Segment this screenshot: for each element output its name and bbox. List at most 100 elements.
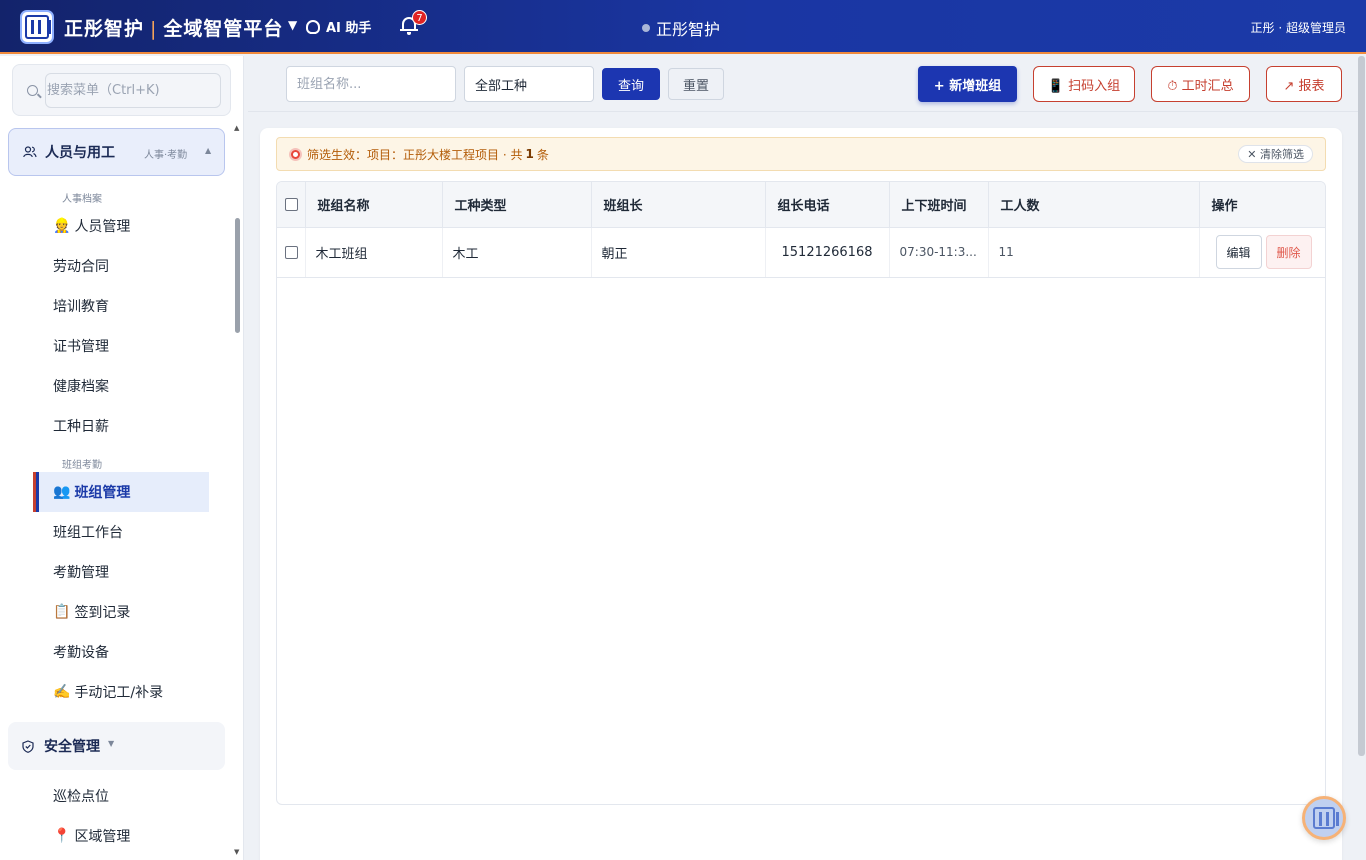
sidebar-item-training[interactable]: 培训教育 [36, 286, 209, 326]
clear-filter-button[interactable]: ✕ 清除筛选 [1238, 145, 1313, 163]
sidebar-item-signin-records[interactable]: 📋 签到记录 [36, 592, 209, 632]
sidebar-item-manual-record[interactable]: ✍️ 手动记工/补录 [36, 672, 209, 712]
table-row[interactable]: 木工班组 木工 朝正 15121266168 07:30-11:3... 11 … [277, 227, 1325, 278]
sidebar-item-label: 班组工作台 [53, 525, 123, 541]
scroll-up-arrow-icon[interactable]: ▲ [234, 124, 239, 132]
sidebar-item-label: 手动记工/补录 [74, 685, 164, 701]
group-safety[interactable]: 安全管理 ▼ [8, 722, 225, 770]
writing-hand-icon: ✍️ [53, 684, 71, 700]
sidebar-scrollbar[interactable] [235, 218, 240, 333]
scan-join-button[interactable]: 📱 扫码入组 [1033, 66, 1135, 102]
column-header[interactable]: 工人数 [988, 182, 1200, 228]
filter-suffix: 条 [536, 147, 549, 162]
edit-button[interactable]: 编辑 [1215, 235, 1262, 269]
sidebar-item-attendance[interactable]: 考勤管理 [36, 552, 209, 592]
delete-button[interactable]: 删除 [1265, 235, 1312, 269]
center-title: 正彤智护 [642, 16, 720, 40]
app-logo[interactable] [20, 10, 54, 44]
reset-button[interactable]: 重置 [668, 68, 724, 100]
chevron-down-icon[interactable]: ▼ [288, 18, 297, 32]
column-header[interactable]: 班组名称 [305, 182, 443, 228]
trade-type-select[interactable]: 全部工种 [464, 66, 594, 102]
search-icon [27, 85, 38, 96]
sidebar-item-health[interactable]: 健康档案 [36, 366, 209, 406]
brand-name: 正彤智护 [64, 18, 145, 40]
menu-search [12, 64, 231, 116]
lightbulb-icon [306, 19, 320, 34]
column-header[interactable]: 上下班时间 [889, 182, 989, 228]
filter-count: 1 [525, 147, 534, 161]
section-label-attendance: 班组考勤 [62, 460, 102, 471]
filter-text: 筛选生效：项目：正彤大楼工程项目 · 共 [307, 147, 523, 162]
sidebar-item-contracts[interactable]: 劳动合同 [36, 246, 209, 286]
sidebar-item-label: 巡检点位 [53, 789, 109, 805]
hours-summary-button[interactable]: ⏱ 工时汇总 [1151, 66, 1250, 102]
sidebar-item-area-management[interactable]: 📍 区域管理 [36, 816, 209, 856]
sidebar-item-daily-wage[interactable]: 工种日薪 [36, 406, 209, 446]
pin-icon: 📍 [53, 828, 71, 844]
toolbar: 全部工种 查询 重置 + 新增班组 📱 扫码入组 ⏱ 工时汇总 ↗ 报表 [248, 56, 1358, 112]
group-people-title: 人员与用工 [45, 145, 115, 161]
menu-search-input[interactable] [45, 73, 221, 108]
add-team-button[interactable]: + 新增班组 [918, 66, 1017, 102]
select-all-cell [277, 182, 306, 228]
sidebar-item-certificates[interactable]: 证书管理 [36, 326, 209, 366]
cell-actions: 编辑 删除 [1199, 227, 1325, 278]
sidebar-item-label: 考勤设备 [53, 645, 109, 661]
scroll-down-arrow-icon[interactable]: ▼ [234, 848, 239, 856]
cell-work-time: 07:30-11:3... [889, 227, 989, 278]
column-header[interactable]: 组长电话 [765, 182, 890, 228]
sidebar-item-label: 班组管理 [74, 485, 131, 501]
worker-icon: 👷 [53, 218, 71, 234]
sidebar-item-team-workbench[interactable]: 班组工作台 [36, 512, 209, 552]
brand-title: 正彤智护 | 全域智管平台 [64, 18, 284, 40]
column-header: 操作 [1199, 182, 1325, 228]
column-header[interactable]: 工种类型 [442, 182, 592, 228]
sidebar-item-attendance-devices[interactable]: 考勤设备 [36, 632, 209, 672]
sidebar-item-label: 考勤管理 [53, 565, 109, 581]
target-icon [289, 147, 302, 161]
notification-badge: 7 [412, 10, 427, 25]
sidebar-item-personnel[interactable]: 👷 人员管理 [36, 206, 209, 246]
sidebar: 人员与用工 人事·考勤 ▲ 人事档案 👷人员管理 劳动合同 培训教育 证书管理 … [0, 56, 244, 860]
table-header-row: 班组名称 工种类型 班组长 组长电话 上下班时间 工人数 操作 [277, 182, 1325, 228]
sidebar-item-label: 健康档案 [53, 379, 109, 395]
floating-assistant-button[interactable] [1302, 796, 1346, 840]
team-name-search-input[interactable] [286, 66, 456, 102]
group-people[interactable]: 人员与用工 人事·考勤 ▲ [8, 128, 225, 176]
row-checkbox[interactable] [285, 245, 298, 259]
query-button[interactable]: 查询 [602, 68, 660, 100]
team-icon: 👥 [53, 484, 71, 500]
sidebar-item-label: 劳动合同 [53, 259, 109, 275]
select-all-checkbox[interactable] [285, 197, 298, 211]
section-label-archive: 人事档案 [62, 194, 102, 205]
users-icon [23, 146, 37, 158]
cell-team-name: 木工班组 [305, 227, 443, 278]
cell-phone: 15121266168 [765, 227, 890, 278]
group-safety-title: 安全管理 [44, 739, 100, 755]
chevron-up-icon: ▲ [205, 146, 212, 155]
platform-name: 全域智管平台 [163, 18, 284, 40]
sidebar-item-label: 培训教育 [53, 299, 109, 315]
team-table: 班组名称 工种类型 班组长 组长电话 上下班时间 工人数 操作 木工班组 木工 … [276, 181, 1326, 805]
page-scrollbar[interactable] [1358, 56, 1365, 756]
column-header[interactable]: 班组长 [591, 182, 766, 228]
sidebar-item-label: 签到记录 [74, 605, 131, 621]
filter-banner: 筛选生效：项目：正彤大楼工程项目 · 共 1 条 ✕ 清除筛选 [276, 137, 1326, 171]
cell-trade: 木工 [442, 227, 592, 278]
row-select-cell [277, 227, 306, 278]
sidebar-item-label: 工种日薪 [53, 419, 109, 435]
clipboard-icon: 📋 [53, 604, 71, 620]
ai-assistant-button[interactable]: AI 助手 [306, 17, 371, 36]
report-button[interactable]: ↗ 报表 [1266, 66, 1342, 102]
user-menu[interactable]: 正彤 · 超级管理员 [1251, 19, 1346, 36]
sidebar-item-label: 人员管理 [74, 219, 131, 235]
sidebar-item-team-management[interactable]: 👥 班组管理 [33, 472, 209, 512]
sidebar-item-patrol-points[interactable]: 巡检点位 [36, 776, 209, 816]
ai-assistant-label: AI 助手 [326, 21, 372, 36]
cell-leader: 朝正 [591, 227, 766, 278]
shield-icon [22, 740, 36, 753]
app-logo-icon [1313, 807, 1339, 829]
group-people-subtitle: 人事·考勤 [144, 150, 188, 161]
sidebar-item-label: 区域管理 [74, 829, 131, 845]
